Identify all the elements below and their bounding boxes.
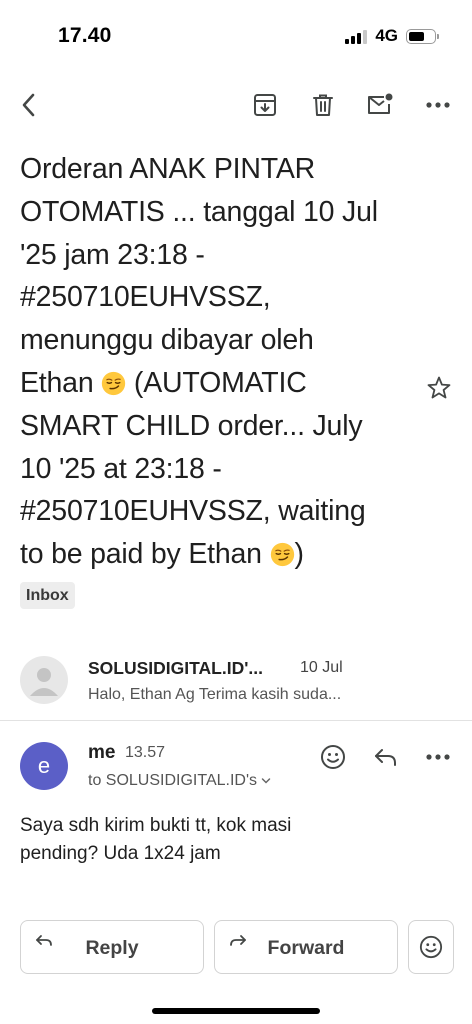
collapsed-snippet: Halo, Ethan Ag Terima kasih suda...: [88, 686, 342, 703]
reply-actions-bar: Reply Forward: [0, 920, 472, 974]
star-outline-icon: [427, 376, 451, 399]
message-body-line: Saya sdh kirim bukti tt, kok masi: [20, 815, 292, 836]
subject-fragment: (AUTOMATIC: [133, 366, 307, 399]
subject-line: #250710EUHVSSZ, waiting: [20, 495, 366, 528]
subject-line: menunggu dibayar oleh: [20, 324, 314, 357]
divider: [0, 720, 472, 721]
status-bar: 17.40 4G: [0, 0, 472, 70]
reply-icon: [375, 749, 396, 766]
cellular-signal-icon: [345, 28, 368, 44]
email-subject-container: Orderan ANAK PINTAR OTOMATIS ... tanggal…: [20, 148, 420, 576]
mark-unread-button[interactable]: [363, 88, 397, 122]
chevron-left-icon: [22, 93, 35, 117]
back-button[interactable]: [12, 88, 46, 122]
subject-line: Orderan ANAK PINTAR: [20, 153, 316, 185]
message-recipient: to SOLUSIDIGITAL.ID's: [88, 772, 258, 789]
network-type: 4G: [375, 26, 398, 45]
expanded-message: e me 13.57 to SOLUSIDIGITAL.ID's Saya sd…: [0, 730, 472, 880]
battery-level: [409, 31, 424, 41]
star-button[interactable]: [424, 373, 454, 403]
mark-unread-icon: [368, 93, 393, 114]
message-body: Saya sdh kirim bukti tt, kok masi pendin…: [20, 812, 440, 868]
smirking-face-emoji-icon: [270, 543, 294, 567]
message-sender: me: [88, 742, 116, 763]
collapsed-date: 10 Jul: [300, 659, 343, 676]
chevron-down-icon: [261, 778, 271, 784]
avatar: e: [20, 742, 68, 790]
status-time: 17.40: [58, 24, 112, 47]
subject-fragment: ): [294, 538, 305, 571]
email-subject: Orderan ANAK PINTAR OTOMATIS ... tanggal…: [20, 148, 420, 576]
more-horizontal-icon: [426, 102, 450, 108]
more-horizontal-icon: [426, 754, 450, 760]
trash-icon: [313, 94, 333, 116]
delete-button[interactable]: [306, 88, 340, 122]
subject-line: to be paid by Ethan ): [20, 533, 420, 576]
inbox-label-chip[interactable]: Inbox: [20, 582, 75, 609]
more-options-button[interactable]: [421, 88, 455, 122]
archive-button[interactable]: [248, 88, 282, 122]
add-reaction-button[interactable]: [316, 740, 350, 774]
reply-button[interactable]: Reply: [20, 920, 204, 974]
reply-label: Reply: [85, 937, 139, 959]
smirking-face-emoji-icon: [102, 371, 126, 396]
status-indicators: 4G: [345, 26, 439, 46]
avatar: [20, 656, 68, 704]
person-placeholder-icon: [30, 668, 58, 696]
subject-fragment: to be paid by Ethan: [20, 538, 262, 571]
message-more-button[interactable]: [421, 740, 455, 774]
collapsed-message[interactable]: SOLUSIDIGITAL.ID'... 10 Jul Halo, Ethan …: [0, 648, 472, 716]
subject-line: #250710EUHVSSZ,: [20, 281, 271, 314]
emoji-reaction-icon: [419, 935, 443, 959]
emoji-reaction-icon: [321, 745, 345, 769]
react-button[interactable]: [408, 920, 454, 974]
subject-line: SMART CHILD order... July: [20, 409, 363, 442]
subject-line: 10 '25 at 23:18 -: [20, 452, 222, 485]
subject-fragment: Ethan: [20, 366, 94, 399]
archive-icon: [254, 94, 276, 116]
home-indicator[interactable]: [152, 1008, 320, 1014]
subject-line: '25 jam 23:18 -: [20, 238, 205, 271]
forward-button[interactable]: Forward: [214, 920, 398, 974]
forward-label: Forward: [267, 937, 345, 959]
battery-icon: [406, 28, 439, 44]
recipient-details-toggle[interactable]: to SOLUSIDIGITAL.ID's: [88, 772, 271, 790]
collapsed-sender: SOLUSIDIGITAL.ID'...: [88, 658, 263, 678]
subject-line: Ethan (AUTOMATIC: [20, 362, 420, 405]
subject-line: OTOMATIS ... tanggal 10 Jul: [20, 195, 378, 228]
email-toolbar: [0, 84, 472, 126]
message-time: 13.57: [125, 744, 166, 761]
message-reply-button[interactable]: [369, 740, 403, 774]
message-body-line: pending? Uda 1x24 jam: [20, 843, 221, 864]
